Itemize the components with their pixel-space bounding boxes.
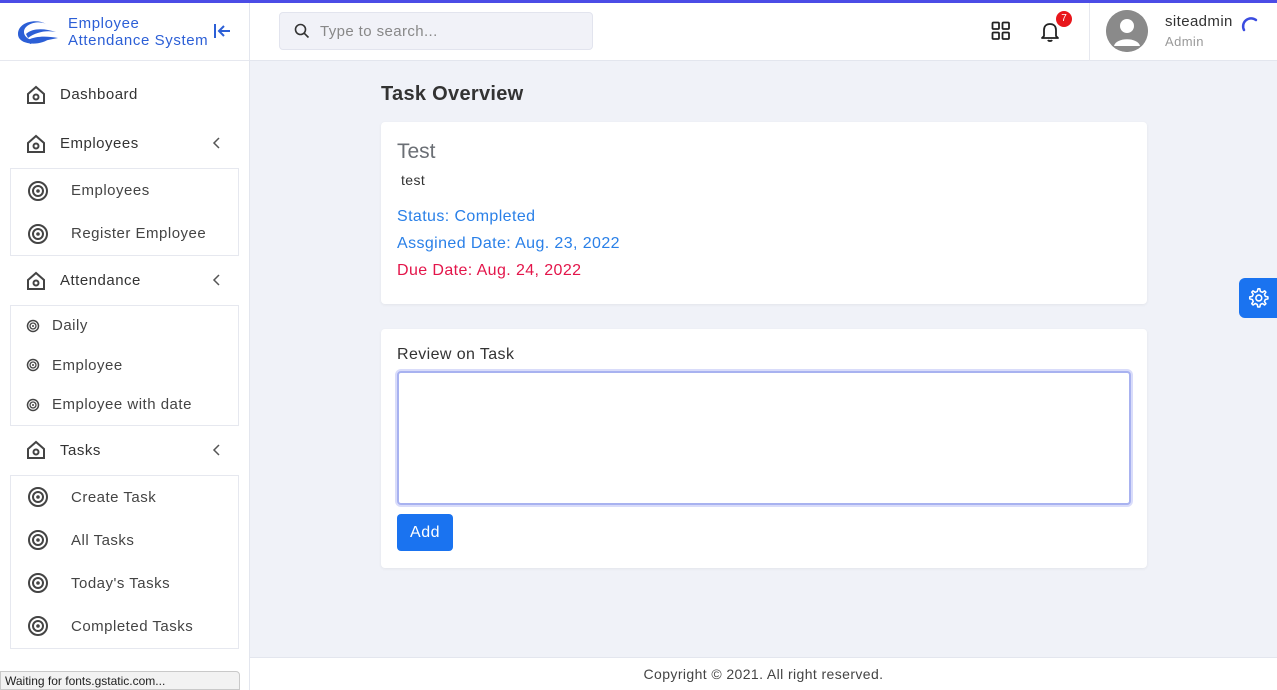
review-textarea[interactable] [397,371,1131,505]
sidebar-item-label: Attendance [60,272,141,289]
sidebar-subitem-label: Create Task [71,488,157,506]
target-icon [28,223,48,244]
sidebar-subitem-completed-tasks[interactable]: Completed Tasks [11,605,238,648]
sidebar-subitem-label: Daily [52,317,88,335]
logo-icon [18,20,58,44]
target-icon [28,487,48,507]
sidebar-item-tasks[interactable]: Tasks [0,426,249,475]
sidebar: Employee Attendance System Dashboard Emp… [0,3,250,690]
target-icon [26,359,40,372]
review-label: Review on Task [397,346,515,363]
sidebar-subitem-label: Completed Tasks [71,617,194,635]
collapse-sidebar-icon[interactable] [212,21,232,41]
sidebar-subitem-label: Employees [71,182,150,199]
notification-badge: 7 [1056,11,1072,27]
notifications-button[interactable]: 7 [1038,11,1072,45]
sidebar-item-dashboard[interactable]: Dashboard [0,70,249,119]
target-icon [26,319,40,332]
loading-bar [0,0,1277,3]
target-icon [28,573,48,593]
sidebar-subitem-label: Employee [52,356,123,374]
home-icon [27,440,45,459]
sidebar-item-employees[interactable]: Employees [0,119,249,168]
loading-spinner-icon [1241,17,1258,32]
submenu-employees: Employees Register Employee [10,168,239,256]
avatar [1106,10,1148,52]
apps-grid-icon[interactable] [991,21,1011,41]
user-avatar-icon [1106,10,1148,52]
sidebar-subitem-employee[interactable]: Employee [11,346,238,386]
submenu-attendance: Daily Employee Employee with date [10,305,239,426]
sidebar-item-label: Employees [60,135,139,152]
sidebar-subitem-todays-tasks[interactable]: Today's Tasks [11,562,238,605]
sidebar-subitem-employees[interactable]: Employees [11,169,238,212]
task-assigned-date: Assgined Date: Aug. 23, 2022 [397,235,620,252]
chevron-left-icon [212,443,220,456]
task-title: Test [397,140,436,163]
sidebar-subitem-employee-with-date[interactable]: Employee with date [11,385,238,425]
brand: Employee Attendance System [0,3,249,61]
task-card: Test test Status: Completed Assgined Dat… [381,122,1147,304]
submenu-tasks: Create Task All Tasks Today's Tasks Comp… [10,474,239,649]
sidebar-subitem-register-employee[interactable]: Register Employee [11,212,238,255]
target-icon [28,180,48,201]
settings-button[interactable] [1239,278,1277,318]
sidebar-subitem-daily[interactable]: Daily [11,306,238,346]
target-icon [28,616,48,636]
gear-icon [1248,288,1269,308]
home-icon [27,85,45,104]
task-description: test [401,172,426,188]
app-title-line2: Attendance System [68,31,209,49]
user-role: Admin [1165,34,1204,49]
page-title: Task Overview [381,83,524,105]
browser-status-bar: Waiting for fonts.gstatic.com... [0,671,240,690]
sidebar-item-label: Tasks [60,441,101,459]
sidebar-subitem-label: Today's Tasks [71,574,171,592]
target-icon [28,530,48,550]
sidebar-subitem-create-task[interactable]: Create Task [11,476,238,519]
home-icon [27,271,45,290]
search-input[interactable] [320,22,580,40]
app-title: Employee Attendance System [68,15,208,49]
review-card: Review on Task Add [381,329,1147,568]
chevron-left-icon [212,137,220,149]
top-header: 7 siteadmin Admin [250,3,1277,61]
home-icon [27,134,45,153]
target-icon [26,398,40,411]
footer: Copyright © 2021. All right reserved. [250,657,1277,690]
sidebar-subitem-label: Employee with date [52,396,192,414]
copyright-text: Copyright © 2021. All right reserved. [643,666,884,682]
chevron-left-icon [212,274,220,286]
sidebar-item-attendance[interactable]: Attendance [0,256,249,305]
sidebar-subitem-label: Register Employee [71,225,207,242]
add-review-button[interactable]: Add [397,514,453,551]
app-title-line1: Employee [68,14,140,32]
user-menu[interactable]: siteadmin Admin [1089,3,1277,61]
task-status: Status: Completed [397,208,536,225]
search-icon [294,23,310,39]
sidebar-item-label: Dashboard [60,86,138,103]
user-name: siteadmin [1165,13,1233,30]
task-due-date: Due Date: Aug. 24, 2022 [397,262,582,279]
sidebar-subitem-all-tasks[interactable]: All Tasks [11,519,238,562]
sidebar-subitem-label: All Tasks [71,531,135,549]
search-box [279,12,593,50]
